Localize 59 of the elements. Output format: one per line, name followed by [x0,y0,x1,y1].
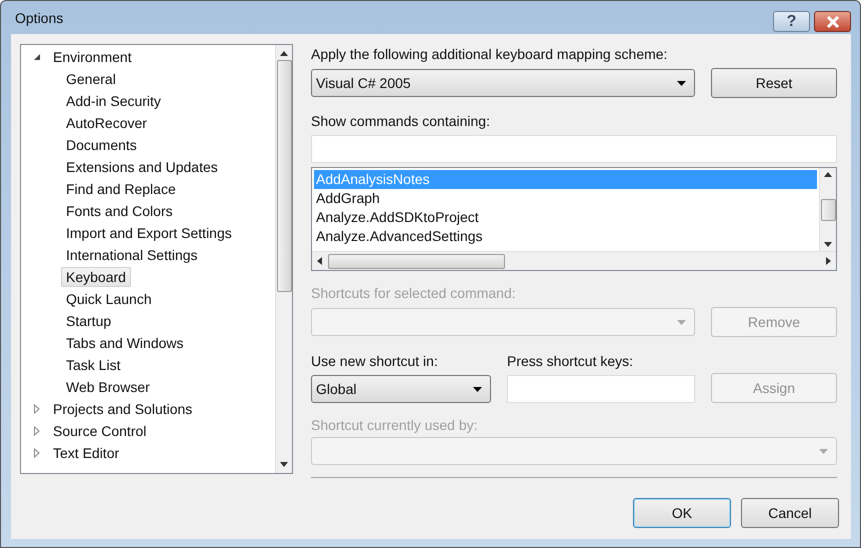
tree-item[interactable]: General [61,69,121,89]
tree-item[interactable]: Projects and Solutions [48,399,198,419]
scroll-thumb[interactable] [328,254,505,268]
mapping-label: Apply the following additional keyboard mapping scheme: [311,46,668,62]
dialog-button[interactable]: Cancel [741,498,839,528]
tree-item[interactable]: Documents [61,135,142,155]
scroll-right-icon[interactable] [826,257,831,265]
scrollbar[interactable] [312,251,836,270]
command-item[interactable]: AddGraph [314,189,817,208]
scroll-up-icon[interactable] [280,51,288,56]
scroll-down-icon[interactable] [824,242,832,247]
close-button[interactable] [814,11,851,32]
collapsed-arrow-icon[interactable] [33,426,41,436]
tree-item[interactable]: Find and Replace [61,179,181,199]
tree-item[interactable]: Quick Launch [61,289,157,309]
scrollbar[interactable] [275,45,292,473]
mapping-scheme-dropdown[interactable]: Visual C# 2005 [311,69,695,97]
caret-icon [677,80,686,86]
tree-item[interactable]: Source Control [48,421,152,441]
tree-item[interactable]: Text Editor [48,443,124,463]
tree-item[interactable]: Tabs and Windows [61,333,189,353]
scroll-up-icon[interactable] [824,172,832,177]
used-by-label: Shortcut currently used by: [311,417,479,433]
help-button[interactable]: ? [773,11,810,32]
tree-item[interactable]: Startup [61,311,116,331]
tree-item[interactable]: AutoRecover [61,113,152,133]
scroll-down-icon[interactable] [280,462,288,467]
command-item[interactable]: Analyze.AddSDKtoProject [314,208,817,227]
scroll-left-icon[interactable] [317,257,322,265]
tree-item[interactable]: Import and Export Settings [61,223,237,243]
use-in-label: Use new shortcut in: [311,353,439,369]
tree-item[interactable]: Extensions and Updates [61,157,223,177]
expanded-arrow-icon[interactable] [33,53,41,61]
caret-icon [473,386,482,392]
reset-button[interactable]: Reset [711,68,837,98]
dialog-button[interactable]: OK [633,498,731,528]
press-keys-label: Press shortcut keys: [507,353,634,369]
tree-item[interactable]: Web Browser [61,377,155,397]
shortcut-keys-field[interactable] [507,375,695,403]
scroll-thumb[interactable] [276,60,292,292]
scope-dropdown[interactable]: Global [311,375,491,403]
caret-icon [677,320,686,324]
tree-item[interactable]: Environment [48,47,137,67]
commands-label: Show commands containing: [311,113,491,129]
tree-item[interactable]: Keyboard [61,267,131,287]
tree-item[interactable]: Fonts and Colors [61,201,178,221]
collapsed-arrow-icon[interactable] [33,404,41,414]
window-title: Options [14,10,64,26]
tree-item[interactable]: Task List [61,355,126,375]
commands-search-field[interactable] [311,135,837,163]
command-item[interactable]: Analyze.AdvancedSettings [314,227,817,246]
caret-icon [819,448,828,454]
collapsed-arrow-icon[interactable] [33,448,41,458]
close-icon [826,16,840,28]
scroll-thumb[interactable] [820,198,836,220]
scrollbar[interactable] [819,168,836,251]
tree-item[interactable]: Add-in Security [61,91,166,111]
shortcuts-label: Shortcuts for selected command: [311,285,517,301]
tree-item[interactable]: International Settings [61,245,203,265]
